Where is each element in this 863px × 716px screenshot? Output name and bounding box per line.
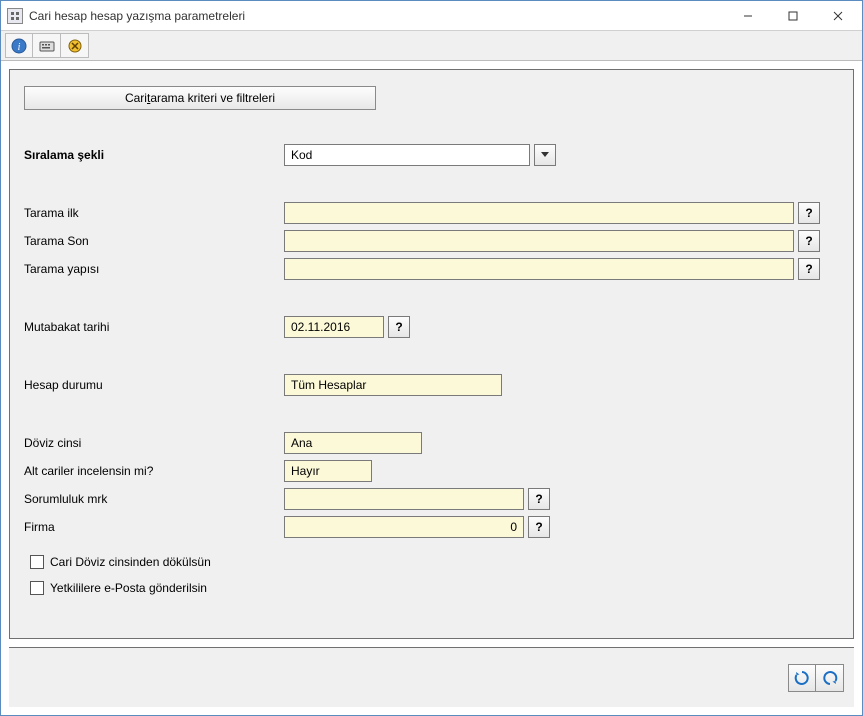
criteria-prefix: Cari	[125, 91, 147, 105]
label-hesap-durumu: Hesap durumu	[24, 378, 284, 392]
help-tarama-son[interactable]: ?	[798, 230, 820, 252]
label-cb-doviz: Cari Döviz cinsinden dökülsün	[50, 555, 211, 569]
window-controls	[725, 2, 860, 30]
label-firma: Firma	[24, 520, 284, 534]
label-doviz: Döviz cinsi	[24, 436, 284, 450]
row-doviz: Döviz cinsi Ana	[24, 430, 839, 456]
input-firma[interactable]	[284, 516, 524, 538]
field-hesap-durumu[interactable]: Tüm Hesaplar	[284, 374, 502, 396]
label-sorumluluk: Sorumluluk mrk	[24, 492, 284, 506]
label-cb-eposta: Yetkililere e-Posta gönderilsin	[50, 581, 207, 595]
footer-reset-button[interactable]	[816, 664, 844, 692]
toolbar-link-button[interactable]	[61, 33, 89, 58]
row-cb-eposta: Yetkililere e-Posta gönderilsin	[30, 576, 839, 600]
row-tarama-yapisi: Tarama yapısı ?	[24, 256, 839, 282]
input-tarama-son[interactable]	[284, 230, 794, 252]
checkbox-eposta[interactable]	[30, 581, 44, 595]
input-tarama-yapisi[interactable]	[284, 258, 794, 280]
input-mutabakat[interactable]	[284, 316, 384, 338]
row-siralama: Sıralama şekli Kod	[24, 142, 839, 168]
label-tarama-son: Tarama Son	[24, 234, 284, 248]
row-mutabakat: Mutabakat tarihi ?	[24, 314, 839, 340]
input-tarama-ilk[interactable]	[284, 202, 794, 224]
row-hesap-durumu: Hesap durumu Tüm Hesaplar	[24, 372, 839, 398]
toolbar: i	[1, 31, 862, 61]
label-tarama-ilk: Tarama ilk	[24, 206, 284, 220]
criteria-filters-button[interactable]: Cari tarama kriteri ve filtreleri	[24, 86, 376, 110]
label-alt-cariler: Alt cariler incelensin mi?	[24, 464, 284, 478]
help-firma[interactable]: ?	[528, 516, 550, 538]
dropdown-button-siralama[interactable]	[534, 144, 556, 166]
row-alt-cariler: Alt cariler incelensin mi? Hayır	[24, 458, 839, 484]
label-tarama-yapisi: Tarama yapısı	[24, 262, 284, 276]
row-tarama-son: Tarama Son ?	[24, 228, 839, 254]
maximize-button[interactable]	[770, 2, 815, 30]
row-cb-doviz: Cari Döviz cinsinden dökülsün	[30, 550, 839, 574]
app-icon	[7, 8, 23, 24]
toolbar-keyboard-button[interactable]	[33, 33, 61, 58]
help-tarama-yapisi[interactable]: ?	[798, 258, 820, 280]
titlebar: Cari hesap hesap yazışma parametreleri	[1, 1, 862, 31]
row-sorumluluk: Sorumluluk mrk ?	[24, 486, 839, 512]
content-wrap: Cari tarama kriteri ve filtreleri Sırala…	[1, 61, 862, 715]
footer-refresh-button[interactable]	[788, 664, 816, 692]
close-button[interactable]	[815, 2, 860, 30]
input-sorumluluk[interactable]	[284, 488, 524, 510]
row-tarama-ilk: Tarama ilk ?	[24, 200, 839, 226]
help-sorumluluk[interactable]: ?	[528, 488, 550, 510]
help-tarama-ilk[interactable]: ?	[798, 202, 820, 224]
field-doviz[interactable]: Ana	[284, 432, 422, 454]
criteria-suffix: arama kriteri ve filtreleri	[150, 91, 275, 105]
checkbox-doviz[interactable]	[30, 555, 44, 569]
help-mutabakat[interactable]: ?	[388, 316, 410, 338]
svg-text:i: i	[18, 42, 21, 53]
field-alt-cariler[interactable]: Hayır	[284, 460, 372, 482]
select-siralama: Kod	[284, 144, 556, 166]
minimize-button[interactable]	[725, 2, 770, 30]
label-siralama: Sıralama şekli	[24, 148, 284, 162]
footer	[9, 647, 854, 707]
toolbar-help-button[interactable]: i	[5, 33, 33, 58]
row-firma: Firma ?	[24, 514, 839, 540]
window: Cari hesap hesap yazışma parametreleri i	[0, 0, 863, 716]
label-mutabakat: Mutabakat tarihi	[24, 320, 284, 334]
window-title: Cari hesap hesap yazışma parametreleri	[29, 9, 725, 23]
select-box-siralama[interactable]: Kod	[284, 144, 530, 166]
content-panel: Cari tarama kriteri ve filtreleri Sırala…	[9, 69, 854, 639]
